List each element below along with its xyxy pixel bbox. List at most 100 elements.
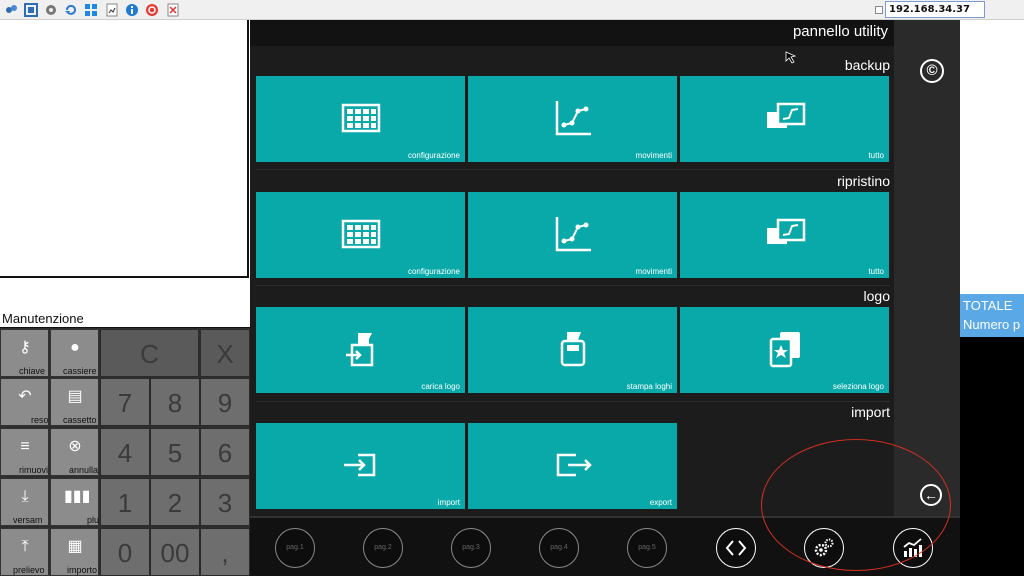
- print-logo-icon: [560, 332, 586, 367]
- key-chiave[interactable]: ⚷ chiave: [0, 329, 49, 377]
- section-divider: [256, 169, 890, 170]
- tile-seleziona-logo[interactable]: seleziona logo: [680, 307, 889, 393]
- section-logo: logo: [863, 288, 890, 304]
- key-9[interactable]: 9: [200, 378, 250, 426]
- key-0[interactable]: 0: [100, 528, 150, 576]
- key-label: annulla: [69, 465, 99, 475]
- key-label: importo: [67, 565, 98, 575]
- tile-ripristino-configurazione[interactable]: configurazione: [256, 192, 465, 278]
- fullscreen-icon[interactable]: [24, 3, 38, 17]
- key-00[interactable]: 00: [150, 528, 200, 576]
- panel-header: pannello utility: [250, 20, 960, 46]
- gear-icon[interactable]: [44, 3, 58, 17]
- withdraw-icon: ⤒: [21, 538, 29, 555]
- tile-label: seleziona logo: [832, 382, 884, 391]
- tile-label: configurazione: [407, 151, 460, 160]
- tile-ripristino-movimenti[interactable]: movimenti: [468, 192, 677, 278]
- nav-page-3[interactable]: pag.3: [451, 528, 491, 568]
- nav-page-5[interactable]: pag.5: [627, 528, 667, 568]
- ip-address-field[interactable]: 192.168.34.37: [885, 1, 985, 18]
- key-icon: ⚷: [19, 339, 31, 356]
- amount-icon: ▦: [67, 538, 83, 555]
- drawer-icon: ▤: [67, 388, 83, 405]
- barcode-icon: ▮▮▮: [64, 488, 91, 505]
- refresh-icon[interactable]: [64, 3, 78, 17]
- tile-label: import: [437, 498, 460, 507]
- tile-label: tutto: [868, 267, 884, 276]
- maintenance-title: Manutenzione: [2, 311, 84, 326]
- grid-icon: [341, 103, 381, 133]
- key-label: rimuovi: [19, 465, 49, 475]
- nav-page-1[interactable]: pag.1: [275, 528, 315, 568]
- tile-ripristino-tutto[interactable]: tutto: [680, 192, 889, 278]
- receipt-area: [0, 20, 249, 278]
- tile-backup-configurazione[interactable]: configurazione: [256, 76, 465, 162]
- section-ripristino: ripristino: [837, 173, 890, 189]
- key-2[interactable]: 2: [150, 478, 200, 526]
- stop-icon[interactable]: [145, 3, 159, 17]
- key-importo[interactable]: ▦ importo: [50, 528, 99, 576]
- tile-carica-logo[interactable]: carica logo: [256, 307, 465, 393]
- key-label: versam: [13, 515, 43, 525]
- line-chart-icon: [555, 217, 591, 252]
- tile-label: movimenti: [635, 151, 672, 160]
- screen: 192.168.34.37 Manutenzione ⚷ chiave ● cass…: [0, 0, 1024, 576]
- all-data-icon: [767, 218, 806, 244]
- person-icon: ●: [70, 339, 80, 356]
- cancel-coin-icon: ⊗: [68, 438, 82, 455]
- tile-import[interactable]: import: [256, 423, 465, 509]
- tile-backup-movimenti[interactable]: movimenti: [468, 76, 677, 162]
- windows-icon[interactable]: [84, 3, 98, 17]
- nav-code-button[interactable]: [716, 528, 756, 568]
- key-5[interactable]: 5: [150, 428, 200, 476]
- totale-box: TOTALE Numero p: [960, 294, 1024, 337]
- clear-key[interactable]: C: [100, 329, 199, 377]
- key-rimuovi[interactable]: ≡ rimuovi: [0, 428, 49, 476]
- export-icon: [556, 453, 592, 477]
- key-label: prelievo: [13, 565, 45, 575]
- key-comma[interactable]: ,: [200, 528, 250, 576]
- tile-label: tutto: [868, 151, 884, 160]
- line-chart-icon: [555, 101, 591, 136]
- mouse-cursor: [785, 51, 797, 64]
- totale-label: TOTALE: [963, 298, 1013, 313]
- key-label: chiave: [19, 366, 46, 376]
- key-plu[interactable]: ▮▮▮ plu: [50, 478, 99, 526]
- panel-sidebar: © ←: [894, 20, 960, 516]
- section-divider: [256, 285, 890, 286]
- nav-page-2[interactable]: pag.2: [363, 528, 403, 568]
- deposit-icon: ⤓: [21, 488, 29, 505]
- key-label: cassetto: [63, 415, 97, 425]
- key-annulla[interactable]: ⊗ annulla: [50, 428, 99, 476]
- key-prelievo[interactable]: ⤒ prelievo: [0, 528, 49, 576]
- keypad: ⚷ chiave ● cassiere ↶ reso ▤ cassetto ≡ rimuo…: [0, 327, 250, 576]
- key-6[interactable]: 6: [200, 428, 250, 476]
- cancel-key[interactable]: X: [200, 329, 250, 377]
- select-logo-icon: [769, 332, 800, 368]
- nav-page-4[interactable]: pag.4: [539, 528, 579, 568]
- key-versam[interactable]: ⤓ versam: [0, 478, 49, 526]
- key-cassiere[interactable]: ● cassiere: [50, 329, 99, 377]
- network-icon[interactable]: [4, 3, 18, 17]
- key-4[interactable]: 4: [100, 428, 150, 476]
- tile-backup-tutto[interactable]: tutto: [680, 76, 889, 162]
- copyright-button[interactable]: ©: [920, 59, 944, 83]
- tile-export[interactable]: export: [468, 423, 677, 509]
- return-arrow-icon: ↶: [18, 388, 32, 405]
- section-backup: backup: [844, 57, 890, 73]
- tile-stampa-loghi[interactable]: stampa loghi: [468, 307, 677, 393]
- info-icon[interactable]: [125, 3, 139, 17]
- key-3[interactable]: 3: [200, 478, 250, 526]
- key-cassetto[interactable]: ▤ cassetto: [50, 378, 99, 426]
- all-data-icon: [767, 102, 806, 128]
- grid-icon: [341, 219, 381, 249]
- highlight-ellipse: [761, 439, 951, 571]
- clipboard-icon[interactable]: [166, 3, 180, 17]
- key-7[interactable]: 7: [100, 378, 150, 426]
- log-icon[interactable]: [105, 3, 119, 17]
- utility-panel: pannello utility © ← backup configurazio…: [250, 20, 960, 576]
- key-reso[interactable]: ↶ reso: [0, 378, 49, 426]
- ip-checkbox[interactable]: [875, 6, 883, 14]
- key-8[interactable]: 8: [150, 378, 200, 426]
- key-1[interactable]: 1: [100, 478, 150, 526]
